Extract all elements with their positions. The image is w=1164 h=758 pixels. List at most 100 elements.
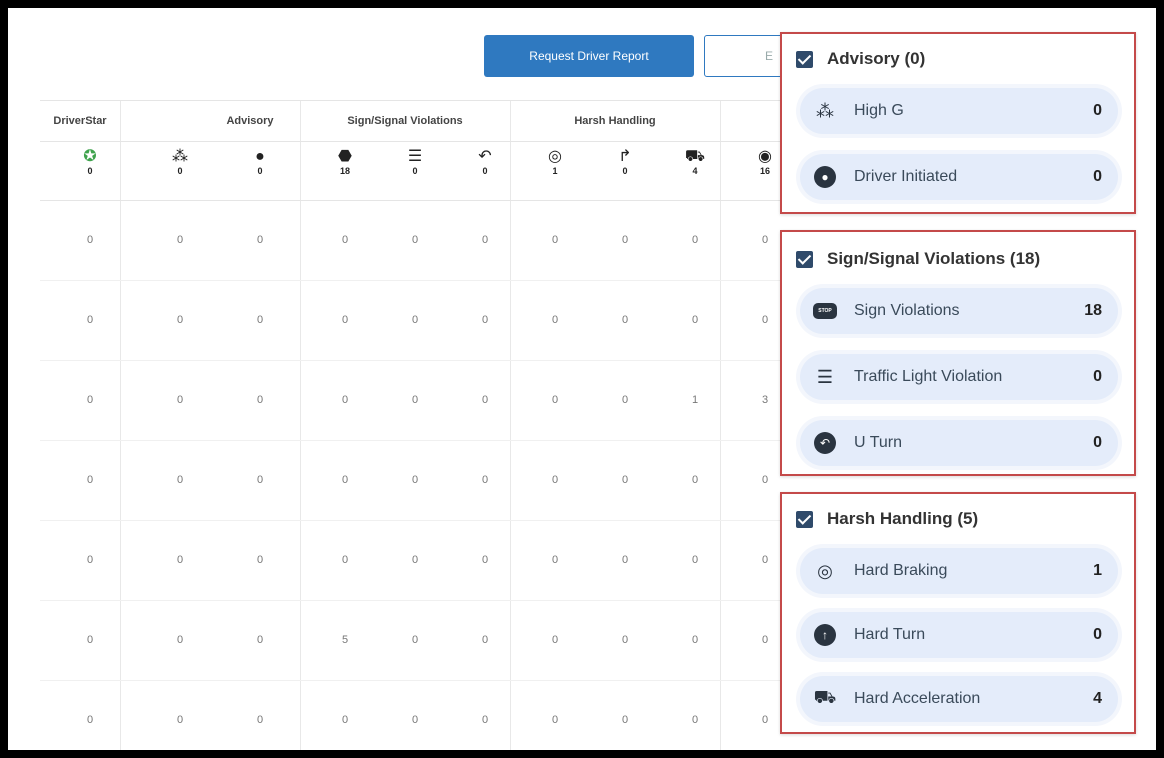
driver-initiated-column[interactable]: ● 0 — [230, 148, 290, 176]
table-row[interactable]: 0000000000 — [40, 520, 800, 601]
table-cell: 0 — [411, 474, 419, 486]
u-turn-item[interactable]: ↶ U Turn 0 — [800, 420, 1118, 466]
hard-braking-column[interactable]: ◎ 1 — [525, 148, 585, 176]
table-row[interactable]: 0000000000 — [40, 680, 800, 750]
table-cell: 0 — [691, 474, 699, 486]
sign-violations-item[interactable]: STOP Sign Violations 18 — [800, 288, 1118, 334]
table-row[interactable]: 0005000000 — [40, 600, 800, 681]
traffic-light-icon: ☰ — [407, 148, 423, 165]
table-cell: 0 — [411, 234, 419, 246]
traffic-light-icon: ☰ — [816, 366, 834, 387]
hard-braking-icon: ◎ — [548, 148, 562, 165]
table-cell: 0 — [86, 714, 94, 726]
driverstar-icon: ✪ — [83, 148, 97, 165]
header-harsh-handling[interactable]: Harsh Handling — [510, 101, 720, 141]
table-cell: 0 — [481, 394, 489, 406]
table-cell: 0 — [256, 554, 264, 566]
table-cell: 0 — [86, 474, 94, 486]
table-cell: 0 — [176, 634, 184, 646]
table-cell: 0 — [86, 234, 94, 246]
sign-signal-title: Sign/Signal Violations (18) — [827, 249, 1041, 268]
hard-braking-item[interactable]: ◎ Hard Braking 1 — [800, 548, 1118, 594]
header-advisory[interactable]: Advisory — [200, 101, 300, 141]
u-turn-column[interactable]: ↶ 0 — [455, 148, 515, 176]
header-driverstar[interactable]: DriverStar — [40, 101, 120, 141]
table-cell: 0 — [551, 714, 559, 726]
table-row[interactable]: 0000000000 — [40, 200, 800, 281]
table-cell: 0 — [551, 474, 559, 486]
table-cell: 0 — [341, 314, 349, 326]
stop-sign-icon: ⬣ — [338, 148, 352, 165]
hard-turn-icon: ↱ — [618, 148, 632, 165]
high-g-item[interactable]: ⁂ High G 0 — [800, 88, 1118, 134]
events-table: DriverStar Advisory Sign/Signal Violatio… — [40, 100, 800, 750]
table-cell: 0 — [621, 634, 629, 646]
table-cell: 0 — [551, 394, 559, 406]
table-cell: 0 — [551, 554, 559, 566]
table-cell: 0 — [341, 394, 349, 406]
advisory-title: Advisory (0) — [827, 49, 926, 68]
driver-initiated-item[interactable]: ● Driver Initiated 0 — [800, 154, 1118, 200]
table-row[interactable]: 0000000013 — [40, 360, 800, 441]
table-row[interactable]: 0000000000 — [40, 440, 800, 521]
driverstar-column[interactable]: ✪ 0 — [60, 148, 120, 176]
table-cell: 0 — [256, 714, 264, 726]
table-cell: 0 — [621, 394, 629, 406]
table-cell: 0 — [86, 314, 94, 326]
hard-acceleration-column[interactable]: ⛟ 4 — [665, 148, 725, 176]
hard-acceleration-icon: ⛟ — [684, 148, 706, 165]
table-cell: 0 — [256, 474, 264, 486]
table-cell: 5 — [341, 634, 349, 646]
table-cell: 0 — [256, 394, 264, 406]
advisory-checkbox[interactable] — [796, 50, 813, 68]
traffic-light-item[interactable]: ☰ Traffic Light Violation 0 — [800, 354, 1118, 400]
table-cell: 0 — [176, 394, 184, 406]
table-cell: 0 — [411, 314, 419, 326]
traffic-light-column[interactable]: ☰ 0 — [385, 148, 445, 176]
harsh-handling-checkbox[interactable] — [796, 510, 813, 528]
table-cell: 0 — [176, 314, 184, 326]
table-cell: 0 — [341, 234, 349, 246]
table-cell: 0 — [691, 554, 699, 566]
table-row[interactable]: 0000000000 — [40, 280, 800, 361]
table-cell: 0 — [551, 634, 559, 646]
request-driver-report-button[interactable]: Request Driver Report — [484, 35, 694, 77]
u-turn-icon: ↶ — [812, 430, 838, 456]
table-cell: 0 — [411, 394, 419, 406]
sign-violation-column[interactable]: ⬣ 18 — [315, 148, 375, 176]
table-cell: 0 — [481, 634, 489, 646]
table-cell: 0 — [176, 714, 184, 726]
header-sign-signal[interactable]: Sign/Signal Violations — [300, 101, 510, 141]
u-turn-icon: ↶ — [478, 148, 492, 165]
table-cell: 0 — [691, 234, 699, 246]
hard-turn-column[interactable]: ↱ 0 — [595, 148, 655, 176]
table-cell: 0 — [411, 714, 419, 726]
stop-sign-icon: STOP — [812, 298, 838, 324]
icon-header-row: ✪ 0 ⁂ 0 ● 0 ⬣ 18 ☰ 0 ↶ 0 ◎ 1 ↱ 0 ⛟ 4 ◉ 1… — [40, 140, 800, 201]
table-cell: 0 — [481, 474, 489, 486]
table-cell: 0 — [86, 554, 94, 566]
table-cell: 0 — [256, 314, 264, 326]
table-cell: 0 — [256, 234, 264, 246]
table-cell: 0 — [551, 314, 559, 326]
report-frame: Request Driver Report E DriverStar Advis… — [8, 8, 1156, 750]
table-cell: 0 — [341, 474, 349, 486]
hard-braking-icon: ◎ — [817, 560, 833, 581]
driver-initiated-icon: ● — [255, 148, 265, 165]
high-g-column[interactable]: ⁂ 0 — [150, 148, 210, 176]
hard-acceleration-icon: ⛟ — [813, 687, 837, 707]
table-cell: 0 — [176, 474, 184, 486]
harsh-handling-title: Harsh Handling (5) — [827, 509, 979, 528]
table-cell: 0 — [176, 234, 184, 246]
advisory-panel: Advisory (0) ⁂ High G 0 ● Driver Initiat… — [780, 32, 1136, 214]
table-cell: 0 — [256, 634, 264, 646]
sign-signal-panel: Sign/Signal Violations (18) STOP Sign Vi… — [780, 230, 1136, 476]
hard-acceleration-item[interactable]: ⛟ Hard Acceleration 4 — [800, 676, 1118, 722]
hard-turn-item[interactable]: ↑ Hard Turn 0 — [800, 612, 1118, 658]
table-cell: 0 — [176, 554, 184, 566]
table-cell: 0 — [621, 554, 629, 566]
sign-signal-checkbox[interactable] — [796, 250, 813, 268]
group-header-row: DriverStar Advisory Sign/Signal Violatio… — [40, 100, 800, 142]
table-cell: 0 — [621, 314, 629, 326]
table-cell: 0 — [411, 634, 419, 646]
